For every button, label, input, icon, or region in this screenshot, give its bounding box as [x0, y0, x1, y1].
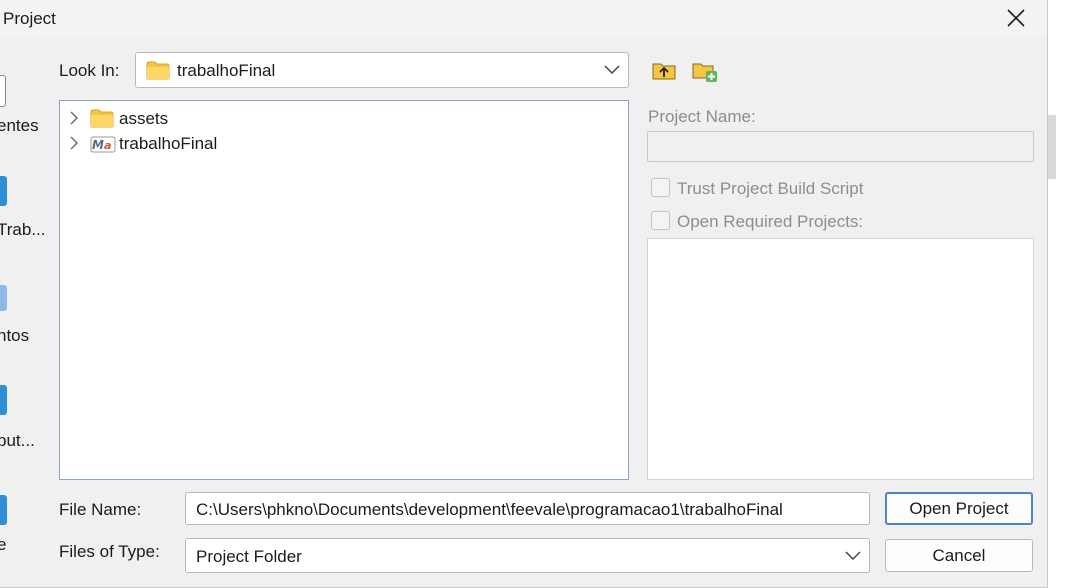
- chevron-down-icon: [845, 551, 861, 561]
- places-item-label: put...: [0, 431, 35, 450]
- svg-text:a: a: [104, 139, 111, 152]
- new-folder-icon: [692, 63, 717, 82]
- places-item-label: Trab...: [0, 220, 46, 239]
- folder-up-icon: [652, 63, 676, 80]
- network-icon: [0, 495, 7, 525]
- places-sidebar: entes Trab... ntos put... e: [0, 60, 46, 580]
- cancel-button[interactable]: Cancel: [885, 539, 1033, 572]
- new-folder-button[interactable]: [691, 59, 719, 83]
- look-in-combobox[interactable]: trabalhoFinal: [135, 52, 629, 88]
- chevron-down-icon: [604, 65, 620, 75]
- project-name-label: Project Name:: [648, 107, 756, 126]
- files-of-type-combobox[interactable]: Project Folder: [185, 538, 870, 573]
- open-required-projects-label: Open Required Projects:: [677, 212, 864, 231]
- file-name-label: File Name:: [59, 500, 142, 519]
- tree-item-label: assets: [119, 109, 169, 128]
- trust-build-script-checkbox[interactable]: [651, 178, 670, 197]
- tree-item-label: trabalhoFinal: [119, 134, 218, 153]
- title-bar: Project: [0, 0, 1047, 38]
- close-icon: [1007, 9, 1025, 27]
- open-project-dialog: Project entes Trab... ntos put... e Look…: [0, 0, 1048, 588]
- window-title: Project: [3, 9, 56, 28]
- file-name-value: C:\Users\phkno\Documents\development\fee…: [196, 500, 783, 519]
- chevron-right-icon[interactable]: [69, 136, 79, 150]
- look-in-label: Look In:: [59, 61, 120, 80]
- project-name-field[interactable]: [647, 131, 1034, 162]
- up-folder-button[interactable]: [651, 59, 679, 83]
- folder-icon: [146, 61, 170, 80]
- places-item-label: e: [0, 535, 7, 554]
- required-projects-list[interactable]: [647, 238, 1034, 480]
- trust-build-script-label: Trust Project Build Script: [677, 179, 864, 198]
- files-of-type-label: Files of Type:: [59, 542, 160, 561]
- tree-row[interactable]: M a trabalhoFinal: [66, 131, 606, 155]
- background-scrollbar: [1048, 115, 1056, 179]
- places-item-label: ntos: [0, 326, 30, 345]
- files-of-type-value: Project Folder: [196, 547, 302, 566]
- tree-row[interactable]: assets: [66, 106, 606, 130]
- svg-text:M: M: [92, 138, 104, 152]
- folder-icon: [0, 176, 7, 206]
- file-name-input[interactable]: C:\Users\phkno\Documents\development\fee…: [185, 492, 870, 525]
- document-icon: [0, 75, 6, 107]
- close-button[interactable]: [998, 2, 1034, 34]
- file-tree[interactable]: assets M a trabalhoFinal: [59, 100, 629, 480]
- folder-icon: [90, 109, 114, 128]
- maven-project-icon: M a: [90, 136, 116, 153]
- computer-icon: [0, 385, 7, 415]
- background-window: [1048, 0, 1076, 588]
- folder-icon: [0, 285, 7, 311]
- open-required-projects-checkbox[interactable]: [651, 211, 670, 230]
- open-project-button[interactable]: Open Project: [885, 492, 1033, 525]
- chevron-right-icon[interactable]: [69, 111, 79, 125]
- places-item-label: entes: [0, 116, 39, 135]
- look-in-value: trabalhoFinal: [177, 61, 276, 80]
